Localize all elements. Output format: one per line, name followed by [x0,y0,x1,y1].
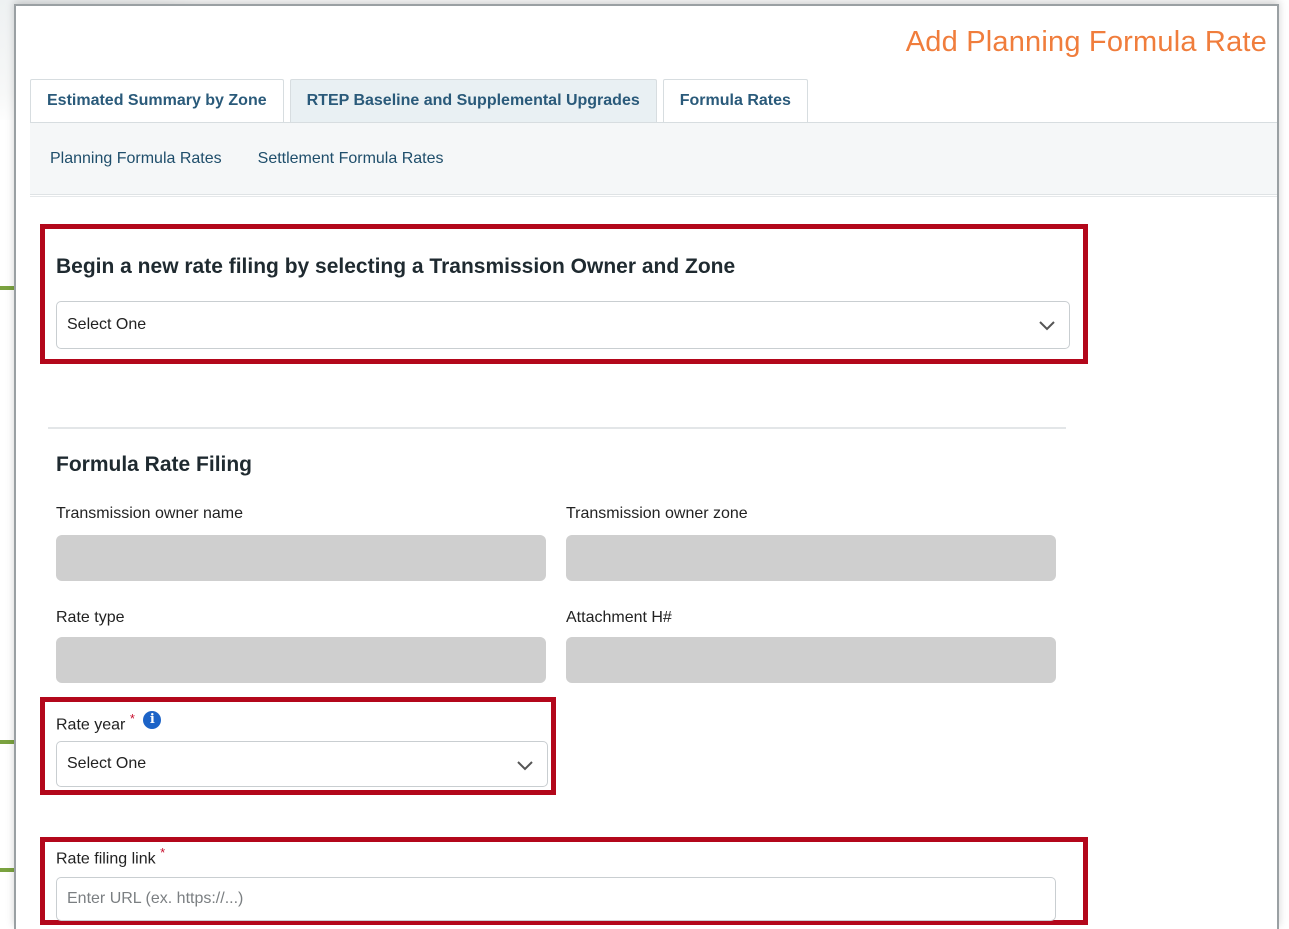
info-icon[interactable]: i [143,711,162,729]
owner-zone-field [566,535,1056,581]
tab-bar: Estimated Summary by Zone RTEP Baseline … [30,79,814,123]
rate-year-label-text: Rate year [56,716,126,734]
rate-filing-link-label: Rate filing link * [56,845,165,868]
rate-year-select[interactable]: Select One [56,741,548,787]
select-value: Select One [67,755,147,772]
select-value: Select One [67,316,147,333]
url-placeholder: Enter URL (ex. https://...) [67,890,244,907]
tab-formula-rates[interactable]: Formula Rates [662,79,808,122]
owner-zone-label: Transmission owner zone [566,505,748,522]
section-divider [48,427,1066,429]
main-content: Begin a new rate filing by selecting a T… [30,196,1277,929]
formula-rate-filing-heading: Formula Rate Filing [56,453,253,476]
rate-filing-link-label-text: Rate filing link [56,850,156,868]
owner-name-field [56,535,546,581]
sub-navigation: Planning Formula Rates Settlement Formul… [30,123,1277,195]
rate-filing-link-input[interactable]: Enter URL (ex. https://...) [56,877,1056,921]
required-marker: * [160,845,166,860]
new-filing-heading: Begin a new rate filing by selecting a T… [56,255,736,278]
owner-name-label: Transmission owner name [56,505,244,522]
attachment-field [566,637,1056,683]
chevron-down-icon [1039,321,1055,331]
tab-rtep-baseline[interactable]: RTEP Baseline and Supplemental Upgrades [289,79,657,122]
chevron-down-icon [517,761,533,771]
rate-type-label: Rate type [56,609,125,626]
attachment-label: Attachment H# [566,609,672,626]
tab-estimated-summary[interactable]: Estimated Summary by Zone [30,79,284,122]
transmission-owner-select[interactable]: Select One [56,301,1070,349]
subnav-planning-formula-rates[interactable]: Planning Formula Rates [50,150,222,168]
rate-year-label: Rate year * i [56,711,162,734]
required-marker: * [129,711,135,726]
app-window: Add Planning Formula Rate Estimated Summ… [14,4,1279,929]
page-title: Add Planning Formula Rate [905,26,1267,58]
subnav-settlement-formula-rates[interactable]: Settlement Formula Rates [258,150,444,168]
rate-type-field [56,637,546,683]
